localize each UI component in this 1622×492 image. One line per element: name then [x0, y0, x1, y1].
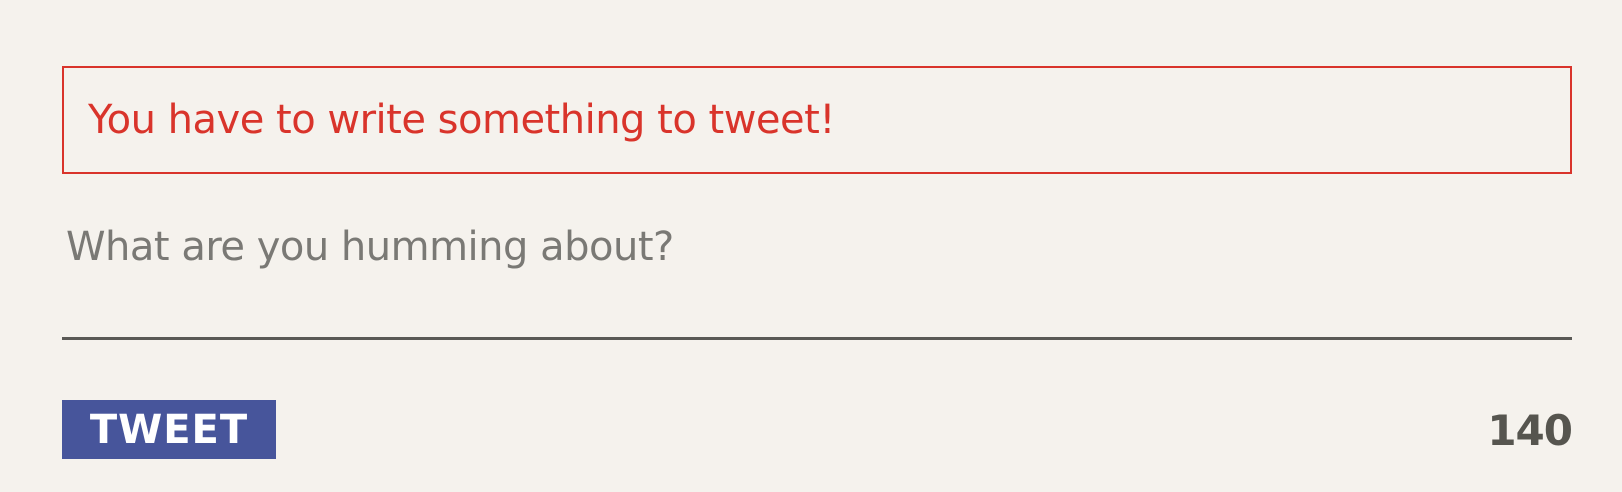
tweet-button[interactable]: TWEET	[62, 400, 276, 459]
character-counter: 140	[1487, 405, 1573, 455]
tweet-compose-input[interactable]	[62, 214, 1572, 340]
error-message-box: You have to write something to tweet!	[62, 66, 1572, 174]
error-message-text: You have to write something to tweet!	[88, 97, 835, 143]
